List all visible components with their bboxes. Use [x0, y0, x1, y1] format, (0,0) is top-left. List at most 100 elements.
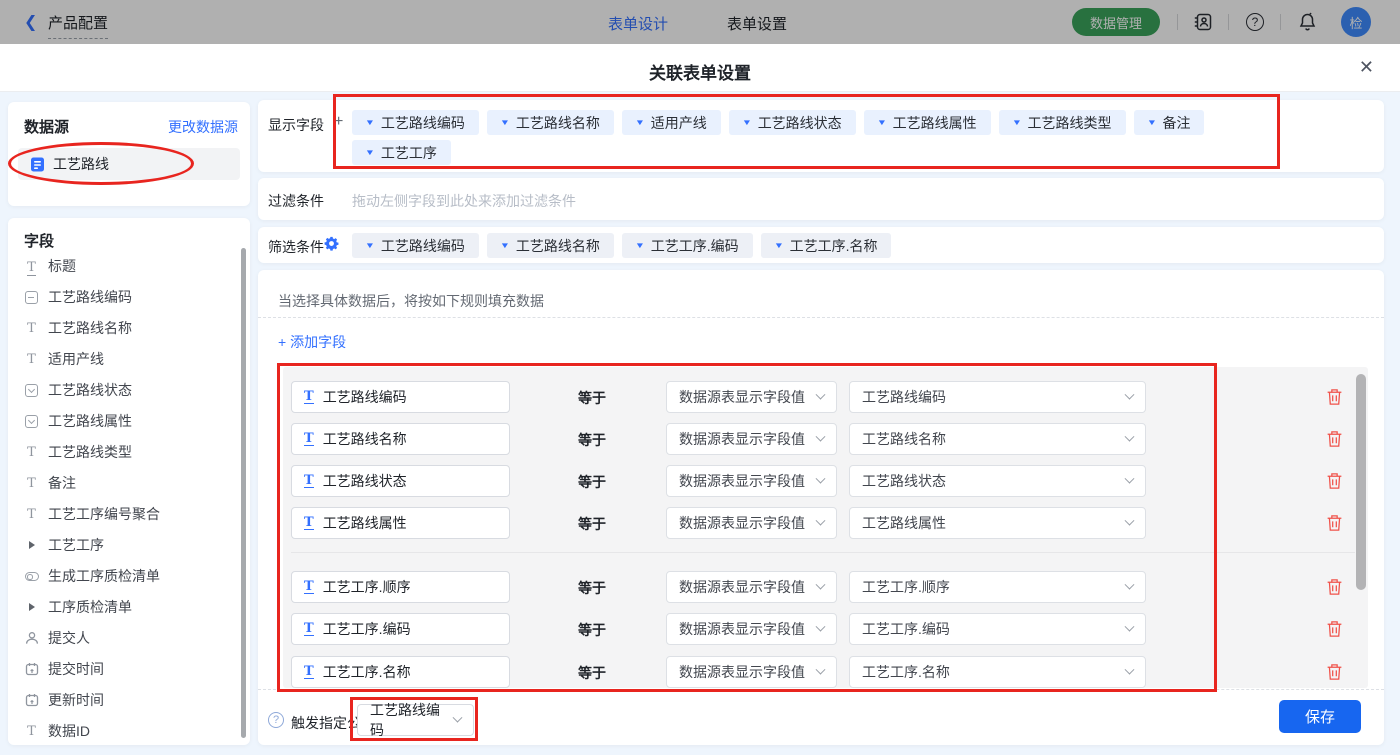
user-avatar[interactable]: 检: [1341, 7, 1371, 37]
filter-label: 过滤条件: [268, 193, 324, 209]
source-value-select[interactable]: 数据源表显示字段值: [666, 613, 837, 645]
gear-icon[interactable]: [324, 236, 339, 251]
field-item[interactable]: 适用产线: [24, 348, 104, 370]
delete-row-icon[interactable]: [1326, 620, 1343, 638]
chevron-down-icon: [815, 664, 826, 675]
dashed-divider: [258, 689, 1384, 690]
text-icon: [24, 321, 39, 336]
target-field-select[interactable]: 工艺路线属性: [849, 507, 1146, 539]
delete-row-icon[interactable]: [1326, 430, 1343, 448]
back-chevron-icon[interactable]: ❮: [24, 12, 37, 32]
mapping-group-divider: [291, 552, 1355, 553]
chevron-down-icon: ▼: [364, 241, 376, 250]
source-value-select[interactable]: 数据源表显示字段值: [666, 656, 837, 688]
field-chip[interactable]: ▼ 工艺路线类型: [998, 110, 1126, 135]
change-datasource-link[interactable]: 更改数据源: [168, 117, 238, 137]
rules-hint: 当选择具体数据后，将按如下规则填充数据: [278, 293, 544, 309]
data-manage-button[interactable]: 数据管理: [1072, 8, 1160, 36]
field-chip[interactable]: ▼ 工艺路线状态: [728, 110, 856, 135]
source-value-select[interactable]: 数据源表显示字段值: [666, 571, 837, 603]
filter-dropzone-placeholder[interactable]: 拖动左侧字段到此处来添加过滤条件: [352, 191, 576, 211]
mapping-row: T 工艺路线状态 等于 数据源表显示字段值 工艺路线状态: [0, 465, 1400, 497]
mapping-field-box[interactable]: T 工艺路线编码: [291, 381, 510, 413]
target-field-select[interactable]: 工艺路线编码: [849, 381, 1146, 413]
field-item[interactable]: 数据ID: [24, 720, 90, 742]
field-item[interactable]: 更新时间: [24, 689, 104, 711]
field-chip[interactable]: ▼ 适用产线: [621, 110, 721, 135]
text-field-icon: T: [304, 515, 314, 530]
target-field-select[interactable]: 工艺路线状态: [849, 465, 1146, 497]
mapping-field-box[interactable]: T 工艺路线属性: [291, 507, 510, 539]
delete-row-icon[interactable]: [1326, 663, 1343, 681]
page-title[interactable]: 产品配置: [48, 12, 109, 39]
chevron-down-icon: ▼: [634, 118, 645, 127]
mapping-field-box[interactable]: T 工艺路线状态: [291, 465, 510, 497]
mapping-row: T 工艺路线名称 等于 数据源表显示字段值 工艺路线名称: [0, 423, 1400, 455]
help-circle-icon[interactable]: ?: [268, 712, 284, 728]
source-value-select[interactable]: 数据源表显示字段值: [666, 465, 837, 497]
chevron-down-icon: [1124, 664, 1135, 675]
display-field-chips: ▼ 工艺路线编码 ▼ 工艺路线名称 ▼ 适用产线 ▼ 工艺路线状态 ▼ 工艺路线属性 ▼ 工…: [352, 110, 1292, 165]
chevron-down-icon: [1124, 621, 1135, 632]
target-field-select[interactable]: 工艺工序.编码: [849, 613, 1146, 645]
selected-datasource-item[interactable]: 工艺路线: [18, 148, 240, 180]
delete-row-icon[interactable]: [1326, 388, 1343, 406]
dashed-divider: [258, 317, 1384, 318]
field-chip[interactable]: ▼ 工艺路线属性: [863, 110, 991, 135]
equals-label: 等于: [578, 432, 606, 448]
field-item[interactable]: 标题: [24, 255, 76, 277]
mapping-scrollbar[interactable]: [1356, 374, 1366, 590]
mapping-row: T 工艺路线编码 等于 数据源表显示字段值 工艺路线编码: [0, 381, 1400, 413]
mapping-field-box[interactable]: T 工艺工序.顺序: [291, 571, 510, 603]
text-icon: [24, 352, 39, 367]
tab-form-settings[interactable]: 表单设置: [727, 13, 787, 34]
add-display-field-icon[interactable]: +: [334, 113, 343, 131]
bell-icon[interactable]: [1296, 11, 1318, 33]
trigger-formula-select[interactable]: 工艺路线编码: [357, 702, 474, 738]
chevron-down-icon: ▼: [1011, 118, 1022, 127]
target-field-select[interactable]: 工艺工序.名称: [849, 656, 1146, 688]
help-icon[interactable]: ?: [1244, 11, 1266, 33]
field-item[interactable]: 工艺路线名称: [24, 317, 132, 339]
delete-row-icon[interactable]: [1326, 472, 1343, 490]
delete-row-icon[interactable]: [1326, 514, 1343, 532]
screening-chip[interactable]: ▼ 工艺路线名称: [486, 233, 614, 258]
source-value-select[interactable]: 数据源表显示字段值: [666, 507, 837, 539]
app-window: ❮ 产品配置 表单设计 表单设置 数据管理 ? 检 关联表单设置 ✕ 数据源 更…: [0, 0, 1400, 755]
screening-row: 筛选条件 ▼ 工艺路线编码 ▼ 工艺路线名称 ▼ 工艺工序.编码 ▼ 工艺工序.名称: [258, 227, 1384, 263]
field-chip[interactable]: ▼ 工艺路线名称: [486, 110, 614, 135]
tab-form-design[interactable]: 表单设计: [608, 13, 668, 34]
calendar-icon: [24, 693, 39, 708]
screening-chip[interactable]: ▼ 工艺工序.编码: [621, 233, 753, 258]
field-item[interactable]: 工艺路线编码: [24, 286, 132, 308]
mapping-field-box[interactable]: T 工艺工序.编码: [291, 613, 510, 645]
source-value-select[interactable]: 数据源表显示字段值: [666, 423, 837, 455]
chevron-down-icon: [815, 621, 826, 632]
display-fields-label: 显示字段: [268, 117, 324, 133]
field-chip[interactable]: ▼ 工艺路线编码: [352, 110, 479, 135]
mapping-row: T 工艺路线属性 等于 数据源表显示字段值 工艺路线属性: [0, 507, 1400, 539]
target-field-select[interactable]: 工艺路线名称: [849, 423, 1146, 455]
field-chip[interactable]: ▼ 备注: [1133, 110, 1205, 135]
equals-label: 等于: [578, 390, 606, 406]
source-value-select[interactable]: 数据源表显示字段值: [666, 381, 837, 413]
mapping-field-box[interactable]: T 工艺路线名称: [291, 423, 510, 455]
screening-chips: ▼ 工艺路线编码 ▼ 工艺路线名称 ▼ 工艺工序.编码 ▼ 工艺工序.名称: [352, 233, 1292, 258]
screening-chip[interactable]: ▼ 工艺路线编码: [352, 233, 479, 258]
expand-arrow-icon: [24, 538, 39, 553]
text-field-icon: T: [304, 664, 314, 679]
equals-label: 等于: [578, 665, 606, 681]
screening-chip[interactable]: ▼ 工艺工序.名称: [760, 233, 892, 258]
mapping-field-box[interactable]: T 工艺工序.名称: [291, 656, 510, 688]
save-button[interactable]: 保存: [1279, 700, 1361, 733]
target-field-select[interactable]: 工艺工序.顺序: [849, 571, 1146, 603]
contact-book-icon[interactable]: [1192, 11, 1214, 33]
field-chip[interactable]: ▼ 工艺工序: [352, 140, 451, 165]
chevron-down-icon: ▼: [634, 241, 645, 250]
add-field-link[interactable]: + 添加字段: [278, 332, 346, 352]
chevron-down-icon: ▼: [741, 118, 752, 127]
chevron-down-icon: ▼: [499, 118, 511, 127]
close-icon[interactable]: ✕: [1359, 57, 1374, 78]
text-field-icon: T: [304, 389, 314, 404]
delete-row-icon[interactable]: [1326, 578, 1343, 596]
